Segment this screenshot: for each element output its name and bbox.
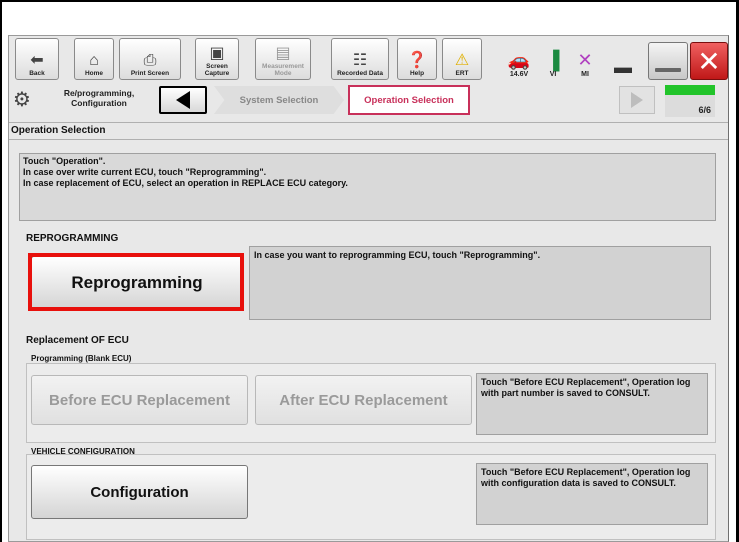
battery-indicator: ▬ — [607, 38, 639, 80]
print-screen-button[interactable]: ⎙ Print Screen — [119, 38, 181, 80]
recorded-data-button[interactable]: ☷ Recorded Data — [331, 38, 389, 80]
toolbar: ⬅ Back ⌂ Home ⎙ Print Screen ▣ Screen Ca… — [15, 38, 728, 82]
nav-forward-button[interactable] — [619, 86, 655, 114]
instruction-line: In case over write current ECU, touch "R… — [23, 167, 267, 177]
reprogramming-description: In case you want to reprogramming ECU, t… — [249, 246, 711, 320]
battery-voltage-indicator: 🚗 14.6V — [499, 38, 539, 80]
car-icon: 🚗 — [507, 50, 531, 70]
frame-left-border — [0, 0, 2, 542]
configuration-description: Touch "Before ECU Replacement", Operatio… — [476, 463, 708, 525]
home-icon: ⌂ — [89, 52, 99, 69]
signal-icon: ▐ — [546, 50, 560, 70]
close-button[interactable]: ✕ — [690, 42, 728, 80]
close-icon: ✕ — [697, 45, 721, 77]
reprogramming-heading: REPROGRAMMING — [26, 233, 119, 244]
replacement-heading: Replacement OF ECU — [26, 335, 129, 346]
programming-description: Touch "Before ECU Replacement", Operatio… — [476, 373, 708, 435]
minimize-button[interactable] — [648, 42, 688, 80]
screen-capture-button[interactable]: ▣ Screen Capture — [195, 38, 239, 80]
help-icon: ❓ — [407, 52, 427, 69]
help-label: Help — [409, 70, 425, 77]
page-title: Operation Selection — [9, 122, 728, 140]
progress-fill — [665, 85, 715, 95]
recorded-data-label: Recorded Data — [337, 70, 383, 77]
programming-heading: Programming (Blank ECU) — [31, 354, 132, 363]
navigation-row: ⚙ Re/programming, Configuration System S… — [9, 83, 728, 119]
mi-indicator: ✕ MI — [571, 38, 599, 80]
after-ecu-replacement-button[interactable]: After ECU Replacement — [255, 375, 472, 425]
left-triangle-icon — [176, 91, 190, 109]
vehicle-config-heading: VEHICLE CONFIGURATION — [31, 447, 135, 456]
voltage-value: 14.6V — [509, 71, 529, 78]
battery-icon: ▬ — [614, 57, 632, 77]
screen-capture-label: Screen Capture — [204, 63, 230, 77]
step-progress: 6/6 — [665, 85, 715, 117]
mi-label: MI — [581, 71, 589, 78]
back-label: Back — [29, 70, 45, 77]
progress-text: 6/6 — [698, 105, 711, 115]
home-label: Home — [84, 70, 104, 77]
back-arrow-icon: ⬅ — [30, 52, 44, 69]
ert-label: ERT — [455, 70, 469, 77]
back-button[interactable]: ⬅ Back — [15, 38, 59, 80]
warning-icon: ⚠ — [454, 52, 470, 69]
vi-label: VI — [549, 71, 557, 78]
right-triangle-icon — [631, 92, 643, 108]
vi-indicator: ▐ VI — [539, 38, 567, 80]
configuration-button[interactable]: Configuration — [31, 465, 248, 519]
consult-window: ⬅ Back ⌂ Home ⎙ Print Screen ▣ Screen Ca… — [8, 35, 729, 542]
measurement-mode-label: Measurement Mode — [262, 63, 304, 77]
printer-icon: ⎙ — [143, 52, 157, 69]
breadcrumb-system-selection[interactable]: System Selection — [214, 86, 344, 114]
camera-icon: ▣ — [209, 45, 225, 62]
breadcrumb-operation-selection[interactable]: Operation Selection — [348, 85, 470, 115]
instructions-box: Touch "Operation". In case over write cu… — [19, 153, 716, 221]
print-screen-label: Print Screen — [130, 70, 170, 77]
reprogramming-label: Re/programming, Configuration — [63, 88, 135, 108]
reprogramming-icon: ⚙ — [13, 89, 31, 111]
instruction-line: In case replacement of ECU, select an op… — [23, 178, 348, 188]
x-mark-icon: ✕ — [577, 50, 593, 70]
meter-icon: ▤ — [275, 45, 291, 62]
before-ecu-replacement-button[interactable]: Before ECU Replacement — [31, 375, 248, 425]
data-icon: ☷ — [352, 52, 368, 69]
home-button[interactable]: ⌂ Home — [74, 38, 114, 80]
help-button[interactable]: ❓ Help — [397, 38, 437, 80]
reprogramming-highlight — [28, 253, 244, 311]
ert-button[interactable]: ⚠ ERT — [442, 38, 482, 80]
measurement-mode-button[interactable]: ▤ Measurement Mode — [255, 38, 311, 80]
frame-top-border — [0, 0, 739, 2]
instruction-line: Touch "Operation". — [23, 156, 106, 166]
nav-back-button[interactable] — [159, 86, 207, 114]
